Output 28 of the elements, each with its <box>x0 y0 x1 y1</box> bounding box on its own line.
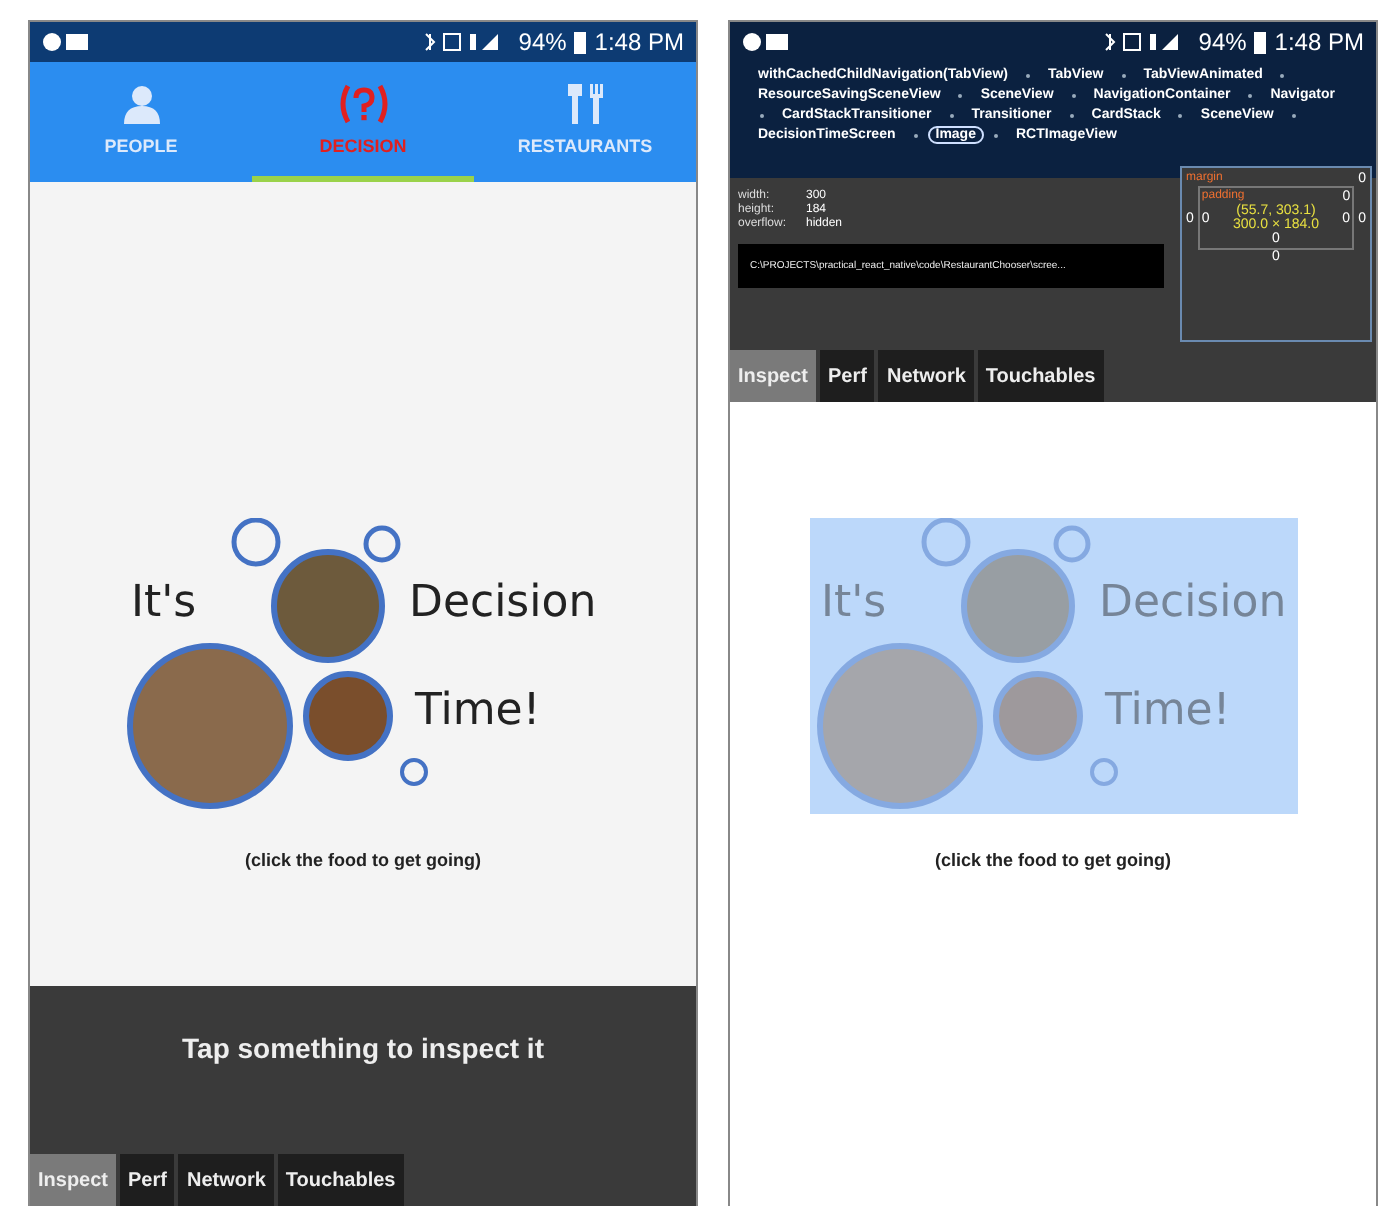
clock-time: 1:48 PM <box>594 28 684 56</box>
headline-word: It's <box>131 578 197 628</box>
inspector-tab[interactable]: Network <box>878 350 974 402</box>
hint-text: (click the food to get going) <box>935 850 1171 870</box>
headline-word: Decision <box>1099 578 1287 628</box>
inspector-tab[interactable]: Network <box>178 1154 274 1206</box>
hint-text: (click the food to get going) <box>245 850 481 870</box>
notification-icons <box>742 32 790 52</box>
headline-word: Time! <box>415 686 541 736</box>
inspector-message: Tap something to inspect it <box>180 1030 546 1068</box>
battery-icon <box>1254 31 1267 53</box>
headline-word: It's <box>821 578 887 628</box>
clock-time: 1:48 PM <box>1274 28 1364 56</box>
inspector-tab[interactable]: Inspect <box>30 1154 117 1206</box>
battery-percent: 94% <box>1198 28 1247 56</box>
headline-word: Decision <box>409 578 597 628</box>
battery-icon <box>574 31 587 53</box>
cutlery-icon <box>563 83 607 123</box>
inspector-tab[interactable]: Inspect <box>730 350 817 402</box>
headline-word: Time! <box>1105 686 1231 736</box>
inspector-tab[interactable]: Perf <box>820 350 875 402</box>
inspector-tab[interactable]: Perf <box>120 1154 175 1206</box>
question-icon <box>337 83 389 123</box>
inspector-tab[interactable]: Touchables <box>977 350 1104 402</box>
notification-icons <box>42 32 90 52</box>
inspector-tab[interactable]: Touchables <box>277 1154 404 1206</box>
battery-percent: 94% <box>518 28 567 56</box>
person-icon <box>123 83 159 123</box>
